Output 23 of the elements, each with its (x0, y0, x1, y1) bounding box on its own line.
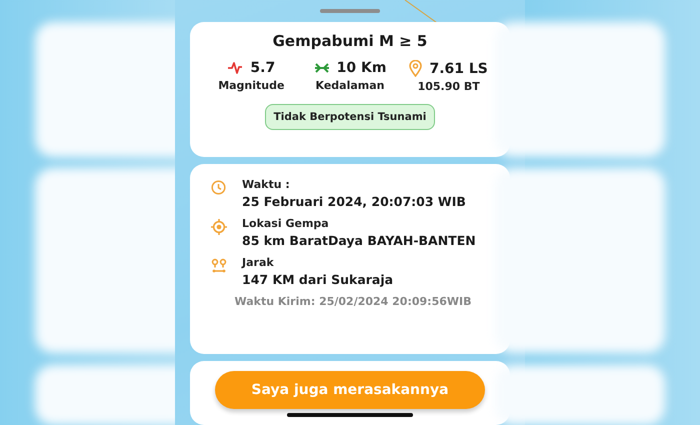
stat-label: 105.90 BT (418, 80, 480, 93)
detail-value: 85 km BaratDaya BAYAH-BANTEN (242, 232, 476, 248)
depth-arrows-icon (314, 62, 330, 74)
tsunami-status: Tidak Berpotensi Tsunami (264, 104, 436, 130)
detail-label: Jarak (242, 256, 274, 269)
clock-icon (211, 180, 226, 195)
stat-label: Kedalaman (316, 79, 384, 92)
pulse-icon (227, 61, 244, 75)
stat-value: 7.61 LS (429, 60, 488, 76)
detail-label: Lokasi Gempa (242, 216, 329, 230)
target-icon (210, 218, 226, 235)
detail-value: 147 KM dari Sukaraja (242, 272, 394, 287)
stat-value: 5.7 (250, 60, 276, 76)
detail-label: Waktu : (242, 178, 290, 191)
map-pin-icon (409, 60, 422, 77)
stat-label: Magnitude (218, 79, 284, 92)
route-icon (210, 258, 226, 274)
detail-value: 25 Februari 2024, 20:07:03 WIB (242, 194, 466, 209)
stat-value: 10 Km (336, 60, 386, 76)
sent-time: Waktu Kirim: 25/02/2024 20:09:56WIB (233, 294, 472, 308)
felt-it-button[interactable]: Saya juga merasakannya (215, 371, 485, 410)
card-title: Gempabumi M ≥ 5 (272, 32, 428, 50)
drag-handle[interactable] (320, 9, 380, 13)
